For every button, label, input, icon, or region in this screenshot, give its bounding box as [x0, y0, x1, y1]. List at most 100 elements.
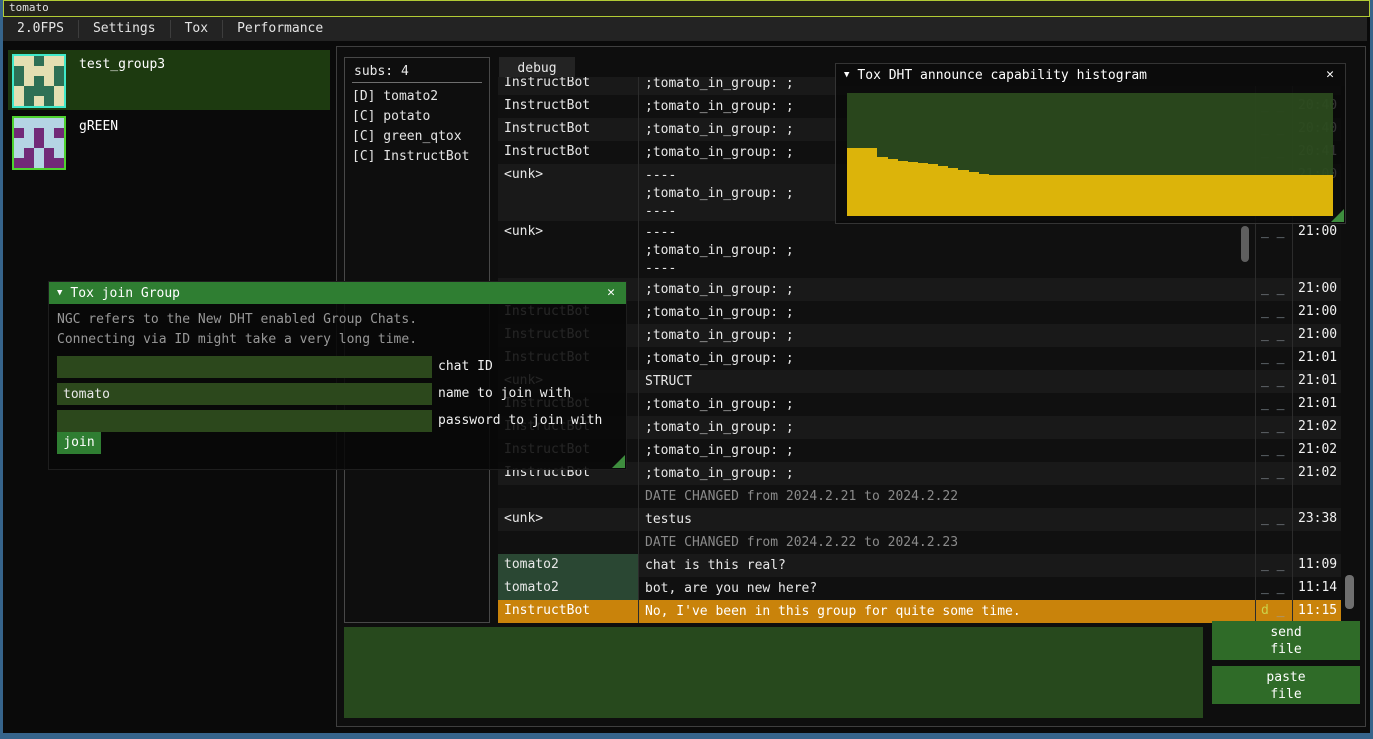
avatar-pixel: [24, 56, 34, 66]
group-row-test_group3[interactable]: test_group3: [8, 50, 330, 110]
group-row-gREEN[interactable]: gREEN: [8, 112, 330, 172]
message-text: bot, are you new here?: [638, 577, 1255, 600]
histogram-bar: [1212, 175, 1222, 216]
log-system-row[interactable]: DATE CHANGED from 2024.2.22 to 2024.2.23: [498, 531, 1341, 554]
member-green_qtox[interactable]: [C] green_qtox: [352, 129, 462, 144]
join-button[interactable]: join: [57, 432, 101, 454]
join-field-name-to-join-with[interactable]: [57, 383, 432, 405]
close-icon[interactable]: ✕: [1322, 67, 1338, 83]
message-text: No, I've been in this group for quite so…: [638, 600, 1255, 623]
histogram-bar: [888, 159, 898, 216]
avatar-pixel: [24, 96, 34, 106]
tomato-app-window: tomato 2.0FPSSettingsToxPerformance test…: [0, 0, 1373, 739]
join-group-window: ▼ Tox join Group ✕ NGC refers to the New…: [48, 281, 627, 470]
resize-grip-icon[interactable]: [612, 455, 625, 468]
paste-file-button[interactable]: paste file: [1212, 666, 1360, 704]
join-field-password-to-join-with[interactable]: [57, 410, 432, 432]
avatar-pixel: [34, 66, 44, 76]
message-status: _ _: [1255, 347, 1292, 370]
avatar-pixel: [54, 56, 64, 66]
avatar-pixel: [54, 148, 64, 158]
group-avatar: [12, 54, 66, 108]
histogram-bar: [938, 166, 948, 216]
message-author: InstructBot: [498, 95, 638, 118]
resize-grip-icon[interactable]: [1331, 209, 1344, 222]
join-field-chat-id[interactable]: [57, 356, 432, 378]
message-status: _ _: [1255, 416, 1292, 439]
message-time: 11:15: [1292, 600, 1341, 623]
message-status: _ _: [1255, 221, 1292, 278]
histogram-bar: [1019, 175, 1029, 216]
avatar-pixel: [24, 118, 34, 128]
member-tomato2[interactable]: [D] tomato2: [352, 89, 438, 104]
message-author: <unk>: [498, 164, 638, 221]
avatar-pixel: [14, 96, 24, 106]
histogram-bar: [1252, 175, 1262, 216]
log-message-row[interactable]: tomato2chat is this real?_ _11:09: [498, 554, 1341, 577]
message-status: _ _: [1255, 278, 1292, 301]
group-avatar: [12, 116, 66, 170]
message-input[interactable]: [344, 627, 1203, 718]
log-message-row[interactable]: tomato2bot, are you new here?_ _11:14: [498, 577, 1341, 600]
histogram-bar: [1293, 175, 1303, 216]
message-text: DATE CHANGED from 2024.2.22 to 2024.2.23: [638, 531, 1255, 554]
avatar-pixel: [24, 128, 34, 138]
message-author: InstructBot: [498, 600, 638, 623]
message-text: ;tomato_in_group: ;: [638, 347, 1255, 370]
log-system-row[interactable]: DATE CHANGED from 2024.2.21 to 2024.2.22: [498, 485, 1341, 508]
avatar-pixel: [54, 138, 64, 148]
log-scrollbar-thumb[interactable]: [1345, 575, 1354, 609]
member-InstructBot[interactable]: [C] InstructBot: [352, 149, 469, 164]
message-status: [1255, 531, 1292, 554]
avatar-pixel: [54, 118, 64, 128]
message-author: tomato2: [498, 577, 638, 600]
avatar-pixel: [24, 138, 34, 148]
histogram-bar: [1100, 175, 1110, 216]
message-text: ;tomato_in_group: ;: [638, 301, 1255, 324]
collapse-icon[interactable]: ▼: [844, 70, 849, 80]
avatar-pixel: [14, 86, 24, 96]
collapse-icon[interactable]: ▼: [57, 288, 62, 298]
message-status: _ _: [1255, 301, 1292, 324]
message-text: ;tomato_in_group: ;: [638, 324, 1255, 347]
histogram-bar: [898, 161, 908, 216]
dht-histogram-title-bar[interactable]: ▼ Tox DHT announce capability histogram …: [836, 64, 1345, 86]
log-message-row[interactable]: InstructBotNo, I've been in this group f…: [498, 600, 1341, 623]
menu-item-2-0fps: 2.0FPS: [3, 17, 78, 41]
histogram-bar: [1029, 175, 1039, 216]
message-text: ;tomato_in_group: ;: [638, 462, 1255, 485]
histogram-bar: [1131, 175, 1141, 216]
avatar-pixel: [54, 96, 64, 106]
message-author: [498, 485, 638, 508]
message-status: _ _: [1255, 324, 1292, 347]
log-message-row[interactable]: <unk>---- ;tomato_in_group: ; ----_ _21:…: [498, 221, 1341, 278]
histogram-bar: [1303, 175, 1313, 216]
histogram-bar: [1151, 175, 1161, 216]
histogram-bar: [928, 164, 938, 216]
histogram-bar: [948, 168, 958, 216]
avatar-pixel: [44, 76, 54, 86]
avatar-pixel: [44, 118, 54, 128]
app-title: tomato: [9, 1, 49, 14]
avatar-pixel: [34, 158, 44, 168]
join-field-label: chat ID: [438, 359, 493, 374]
histogram-bar: [1070, 175, 1080, 216]
menu-item-tox[interactable]: Tox: [171, 17, 222, 41]
histogram-bar: [1201, 175, 1211, 216]
close-icon[interactable]: ✕: [603, 285, 619, 301]
message-author: [498, 531, 638, 554]
send-file-label-line1: send: [1212, 624, 1360, 641]
menu-item-performance[interactable]: Performance: [223, 17, 337, 41]
log-message-row[interactable]: <unk>testus_ _23:38: [498, 508, 1341, 531]
histogram-bar: [1090, 175, 1100, 216]
message-text: ;tomato_in_group: ;: [638, 416, 1255, 439]
send-file-button[interactable]: send file: [1212, 621, 1360, 660]
message-author: InstructBot: [498, 141, 638, 164]
subs-separator: [352, 82, 482, 83]
inner-scrollbar-thumb[interactable]: [1241, 226, 1249, 262]
member-potato[interactable]: [C] potato: [352, 109, 430, 124]
menu-item-settings[interactable]: Settings: [79, 17, 170, 41]
join-group-title-bar[interactable]: ▼ Tox join Group ✕: [49, 282, 626, 304]
dht-capability-histogram: [847, 93, 1333, 216]
avatar-pixel: [44, 86, 54, 96]
